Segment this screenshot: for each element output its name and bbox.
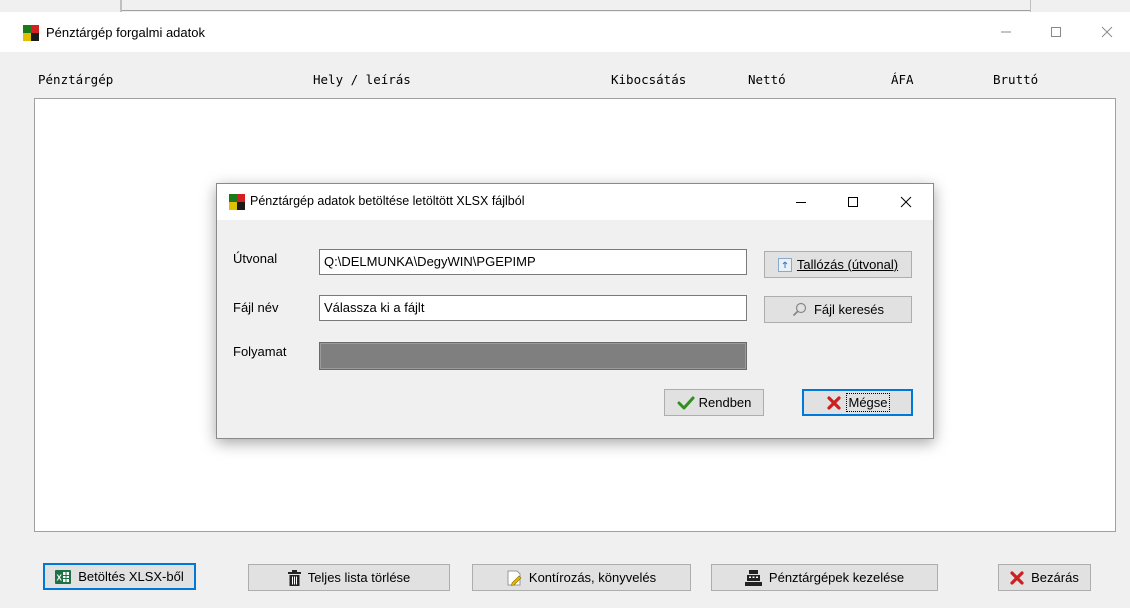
file-name-label: Fájl név	[233, 300, 279, 315]
edit-document-icon	[507, 570, 522, 586]
red-x-icon	[827, 395, 842, 410]
dialog-maximize-button[interactable]	[830, 184, 876, 220]
trash-icon	[287, 569, 301, 586]
column-header-netto[interactable]: Nettó	[748, 72, 786, 87]
column-header-penztargep[interactable]: Pénztárgép	[38, 72, 113, 87]
column-header-afa[interactable]: ÁFA	[891, 72, 914, 87]
minimize-icon	[796, 202, 806, 203]
clear-list-button[interactable]: Teljes lista törlése	[248, 564, 450, 591]
load-xlsx-dialog: Pénztárgép adatok betöltése letöltött XL…	[216, 183, 934, 439]
progress-bar	[319, 342, 747, 370]
browse-path-button[interactable]: Tallózás (útvonal)	[764, 251, 912, 278]
file-name-field[interactable]: Válassza ki a fájlt	[319, 295, 747, 321]
clear-list-label: Teljes lista törlése	[307, 570, 411, 585]
contiro-button[interactable]: Kontírozás, könyvelés	[472, 564, 691, 591]
minimize-button[interactable]	[983, 12, 1029, 52]
app-icon	[23, 25, 39, 41]
path-field[interactable]: Q:\DELMUNKA\DegyWIN\PGEPIMP	[319, 249, 747, 275]
ok-label: Rendben	[698, 395, 752, 410]
close-icon	[1101, 26, 1113, 38]
dialog-minimize-button[interactable]	[778, 184, 824, 220]
main-titlebar[interactable]: Pénztárgép forgalmi adatok	[0, 12, 1130, 52]
column-header-brutto[interactable]: Bruttó	[993, 72, 1038, 87]
load-xlsx-button[interactable]: X Betöltés XLSX-ből	[43, 563, 196, 590]
maximize-button[interactable]	[1033, 12, 1079, 52]
search-icon	[792, 302, 807, 317]
load-xlsx-label: Betöltés XLSX-ből	[78, 569, 184, 584]
excel-icon: X	[55, 569, 72, 584]
folder-browse-icon	[777, 257, 792, 272]
dialog-close-button[interactable]	[883, 184, 929, 220]
browse-path-label: Tallózás (útvonal)	[796, 257, 899, 272]
find-file-button[interactable]: Fájl keresés	[764, 296, 912, 323]
cash-register-icon	[744, 569, 762, 586]
maximize-icon	[1051, 27, 1061, 37]
find-file-label: Fájl keresés	[813, 302, 885, 317]
cancel-button[interactable]: Mégse	[802, 389, 913, 416]
column-header-kibocsatas[interactable]: Kibocsátás	[611, 72, 686, 87]
close-label: Bezárás	[1031, 570, 1079, 585]
contiro-label: Kontírozás, könyvelés	[528, 570, 657, 585]
background-window-edge	[0, 0, 1130, 12]
dialog-title: Pénztárgép adatok betöltése letöltött XL…	[250, 194, 525, 208]
minimize-icon	[1001, 31, 1011, 33]
svg-text:X: X	[57, 573, 63, 582]
progress-label: Folyamat	[233, 344, 287, 359]
column-header-hely[interactable]: Hely / leírás	[313, 72, 411, 87]
app-icon	[229, 194, 245, 210]
dialog-titlebar[interactable]: Pénztárgép adatok betöltése letöltött XL…	[217, 184, 933, 220]
main-window-title: Pénztárgép forgalmi adatok	[46, 25, 205, 40]
close-window-button[interactable]	[1084, 12, 1130, 52]
path-label: Útvonal	[233, 251, 278, 266]
manage-registers-label: Pénztárgépek kezelése	[768, 570, 905, 585]
close-icon	[900, 196, 912, 208]
close-button[interactable]: Bezárás	[998, 564, 1091, 591]
maximize-icon	[848, 197, 858, 207]
red-x-icon	[1010, 570, 1024, 585]
manage-registers-button[interactable]: Pénztárgépek kezelése	[711, 564, 938, 591]
ok-button[interactable]: Rendben	[664, 389, 764, 416]
cancel-label: Mégse	[846, 393, 890, 412]
checkmark-icon	[677, 396, 695, 410]
